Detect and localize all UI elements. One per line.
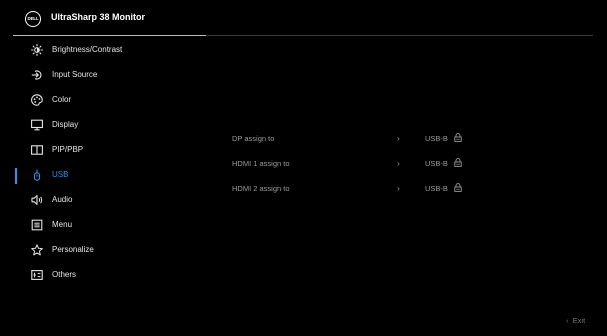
usb-setting-row[interactable]: HDMI 2 assign to › USB-B bbox=[232, 183, 532, 198]
menu-item-label: PIP/PBP bbox=[52, 145, 84, 154]
menu-item-label: Others bbox=[52, 270, 77, 279]
menu-item-label: Display bbox=[52, 120, 79, 129]
setting-value: USB-B bbox=[425, 184, 448, 193]
setting-label: DP assign to bbox=[232, 134, 275, 143]
input-source-icon bbox=[31, 70, 42, 80]
menu-item-color[interactable]: Color bbox=[0, 90, 210, 115]
menu-item-label: Personalize bbox=[52, 245, 94, 254]
active-indicator bbox=[15, 168, 17, 184]
sun-icon bbox=[31, 44, 43, 56]
speaker-icon bbox=[31, 195, 43, 205]
header-divider bbox=[13, 35, 206, 36]
setting-label: HDMI 1 assign to bbox=[232, 159, 290, 168]
usb-icon bbox=[33, 169, 41, 181]
setting-value: USB-B bbox=[425, 134, 448, 143]
chevron-right-icon: › bbox=[397, 183, 400, 193]
monitor-title: UltraSharp 38 Monitor bbox=[51, 12, 146, 22]
osd-header: DELL UltraSharp 38 Monitor bbox=[0, 0, 607, 36]
setting-label: HDMI 2 assign to bbox=[232, 184, 290, 193]
exit-label: Exit bbox=[572, 316, 586, 325]
menu-item-input-source[interactable]: Input Source bbox=[0, 65, 210, 90]
exit-button[interactable]: ‹ Exit bbox=[566, 316, 585, 325]
menu-item-usb[interactable]: USB bbox=[0, 165, 210, 190]
menu-item-display[interactable]: Display bbox=[0, 115, 210, 140]
star-icon bbox=[31, 244, 43, 256]
menu-item-label: Color bbox=[52, 95, 72, 104]
menu-item-pip-pbp[interactable]: PIP/PBP bbox=[0, 140, 210, 165]
menu-item-menu[interactable]: Menu bbox=[0, 215, 210, 240]
chevron-left-icon: ‹ bbox=[566, 316, 569, 325]
lock-icon bbox=[454, 158, 462, 167]
menu-item-personalize[interactable]: Personalize bbox=[0, 240, 210, 265]
usb-setting-row[interactable]: HDMI 1 assign to › USB-B bbox=[232, 158, 532, 173]
pip-pbp-icon bbox=[31, 145, 43, 155]
setting-value: USB-B bbox=[425, 159, 448, 168]
menu-item-audio[interactable]: Audio bbox=[0, 190, 210, 215]
header-divider-dim bbox=[206, 35, 593, 36]
menu-item-others[interactable]: Others bbox=[0, 265, 210, 290]
menu-icon bbox=[31, 219, 43, 231]
chevron-right-icon: › bbox=[397, 158, 400, 168]
menu-item-label: USB bbox=[52, 170, 69, 179]
menu-item-brightness-contrast[interactable]: Brightness/Contrast bbox=[0, 40, 210, 65]
menu-item-label: Audio bbox=[52, 195, 73, 204]
lock-icon bbox=[454, 133, 462, 142]
menu-item-label: Brightness/Contrast bbox=[52, 45, 123, 54]
usb-setting-row[interactable]: DP assign to › USB-B bbox=[232, 133, 532, 148]
display-monitor-icon bbox=[31, 119, 43, 131]
menu-item-label: Input Source bbox=[52, 70, 98, 79]
color-palette-icon bbox=[31, 94, 43, 106]
dell-logo: DELL bbox=[25, 11, 41, 27]
lock-icon bbox=[454, 183, 462, 192]
chevron-right-icon: › bbox=[397, 133, 400, 143]
others-icon bbox=[31, 270, 43, 280]
menu-item-label: Menu bbox=[52, 220, 73, 229]
